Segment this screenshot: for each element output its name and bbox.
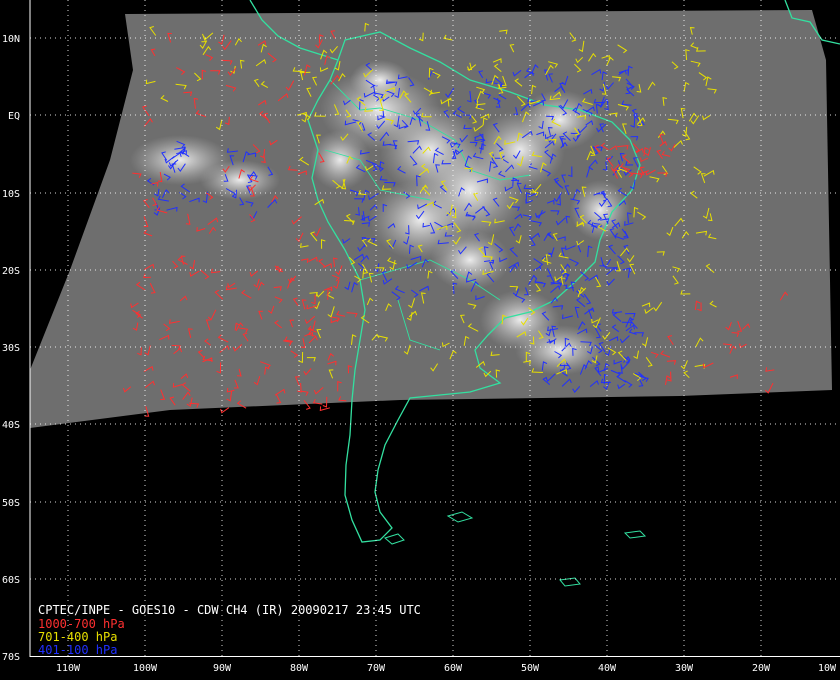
- cloud-patch: [310, 130, 370, 190]
- map-canvas: 10N EQ 10S 20S 30S 40S 50S 60S 70S 110W …: [2, 0, 840, 674]
- lon-label: 110W: [56, 663, 81, 674]
- lon-label: 60W: [444, 663, 463, 674]
- latitude-labels: 10N EQ 10S 20S 30S 40S 50S 60S 70S: [2, 34, 20, 663]
- lon-label: 20W: [752, 663, 771, 674]
- map-title: CPTEC/INPE - GOES10 - CDW CH4 (IR) 20090…: [38, 603, 421, 617]
- lat-label: 10N: [2, 34, 20, 45]
- wind-barb: [319, 406, 331, 412]
- lon-label: 90W: [213, 663, 232, 674]
- lon-label: 80W: [290, 663, 309, 674]
- cloud-patch: [520, 90, 600, 150]
- lat-label: 60S: [2, 575, 20, 586]
- lon-label: 50W: [521, 663, 540, 674]
- lat-label: 40S: [2, 420, 20, 431]
- lon-label: 40W: [598, 663, 617, 674]
- lon-label: 70W: [367, 663, 386, 674]
- lat-label: 50S: [2, 498, 20, 509]
- islands: [383, 511, 647, 587]
- lon-label: 100W: [133, 663, 158, 674]
- lon-label: 10W: [818, 663, 837, 674]
- lat-label: 30S: [2, 343, 20, 354]
- lon-label: 30W: [675, 663, 694, 674]
- satellite-wind-map: 10N EQ 10S 20S 30S 40S 50S 60S 70S 110W …: [0, 0, 840, 680]
- cloud-patch: [200, 160, 280, 200]
- longitude-labels: 110W 100W 90W 80W 70W 60W 50W 40W 30W 20…: [56, 663, 837, 674]
- lat-label: EQ: [8, 111, 20, 122]
- lat-label: 20S: [2, 266, 20, 277]
- legend-high-level: 401-100 hPa: [38, 643, 118, 657]
- lat-label: 70S: [2, 652, 20, 663]
- lat-label: 10S: [2, 189, 20, 200]
